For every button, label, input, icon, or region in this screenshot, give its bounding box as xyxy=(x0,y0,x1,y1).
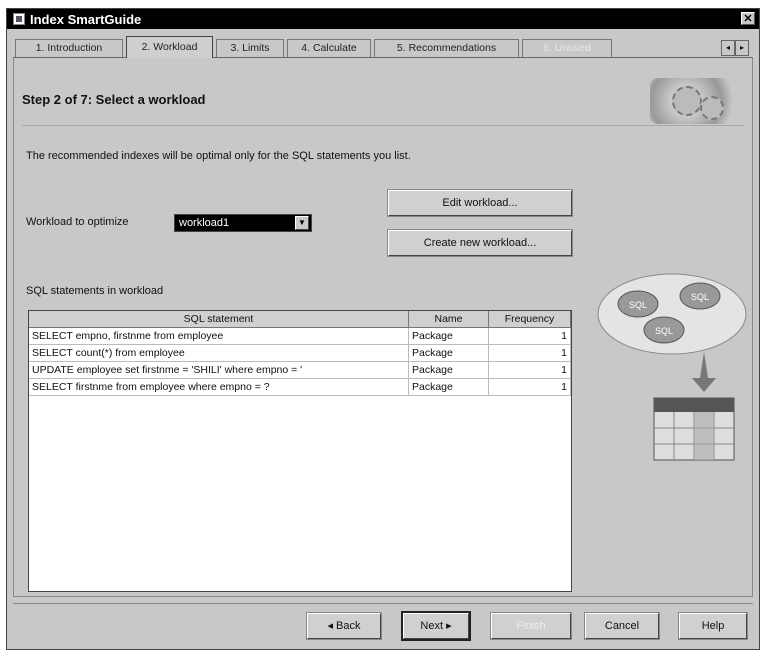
table-row[interactable]: SELECT empno, firstnme from employee Pac… xyxy=(29,328,571,345)
cancel-button[interactable]: Cancel xyxy=(584,612,660,640)
column-header-sql[interactable]: SQL statement xyxy=(29,311,409,328)
index-smartguide-window: Index SmartGuide ✕ 1. Introduction 2. Wo… xyxy=(6,8,760,650)
tab-introduction[interactable]: 1. Introduction xyxy=(15,39,123,57)
name-cell: Package xyxy=(409,362,489,379)
workload-label: Workload to optimize xyxy=(26,216,129,228)
table-row[interactable]: SELECT count(*) from employee Package 1 xyxy=(29,345,571,362)
title-bar[interactable]: Index SmartGuide ✕ xyxy=(7,9,759,29)
name-cell: Package xyxy=(409,345,489,362)
sql-bubble-label: SQL xyxy=(691,292,709,302)
column-header-name[interactable]: Name xyxy=(409,311,489,328)
sql-cell: UPDATE employee set firstnme = 'SHILI' w… xyxy=(29,362,409,379)
step-title: Step 2 of 7: Select a workload xyxy=(22,92,206,107)
tab-workload[interactable]: 2. Workload xyxy=(126,36,213,58)
tab-scroll-right-icon[interactable]: ▸ xyxy=(735,40,749,56)
workload-panel: Step 2 of 7: Select a workload The recom… xyxy=(13,57,753,597)
edit-workload-button[interactable]: Edit workload... xyxy=(387,189,573,217)
create-workload-button[interactable]: Create new workload... xyxy=(387,229,573,257)
name-cell: Package xyxy=(409,328,489,345)
finish-button: Finish xyxy=(490,612,572,640)
footer-divider xyxy=(13,603,753,604)
sql-cell: SELECT firstnme from employee where empn… xyxy=(29,379,409,396)
tab-strip: 1. Introduction 2. Workload 3. Limits 4.… xyxy=(13,36,753,58)
next-button[interactable]: Next ▸ xyxy=(401,611,471,641)
description-text: The recommended indexes will be optimal … xyxy=(26,150,411,162)
sql-cell: SELECT count(*) from employee xyxy=(29,345,409,362)
chevron-down-icon[interactable]: ▼ xyxy=(295,216,309,230)
window-title: Index SmartGuide xyxy=(30,11,142,27)
gears-graphic-icon xyxy=(650,78,740,124)
gear-icon xyxy=(672,86,702,116)
workload-select[interactable]: workload1 ▼ xyxy=(174,214,312,232)
workload-select-value: workload1 xyxy=(179,217,230,229)
frequency-cell: 1 xyxy=(489,345,571,362)
gear-icon xyxy=(700,96,724,120)
back-button[interactable]: ◂ Back xyxy=(306,612,382,640)
tab-recommendations[interactable]: 5. Recommendations xyxy=(374,39,519,57)
sql-bubble-label: SQL xyxy=(655,326,673,336)
header-divider xyxy=(22,125,744,126)
close-icon[interactable]: ✕ xyxy=(741,12,755,25)
tab-scroll: ◂ ▸ xyxy=(721,40,749,56)
sql-cell: SELECT empno, firstnme from employee xyxy=(29,328,409,345)
tab-limits[interactable]: 3. Limits xyxy=(216,39,284,57)
frequency-cell: 1 xyxy=(489,328,571,345)
name-cell: Package xyxy=(409,379,489,396)
tab-calculate[interactable]: 4. Calculate xyxy=(287,39,371,57)
table-header: SQL statement Name Frequency xyxy=(29,311,571,328)
table-row[interactable]: SELECT firstnme from employee where empn… xyxy=(29,379,571,396)
app-icon xyxy=(13,13,25,25)
frequency-cell: 1 xyxy=(489,379,571,396)
help-button[interactable]: Help xyxy=(678,612,748,640)
tab-unused: 6. Unused xyxy=(522,39,612,57)
sql-statements-table: SQL statement Name Frequency SELECT empn… xyxy=(28,310,572,592)
tab-scroll-left-icon[interactable]: ◂ xyxy=(721,40,735,56)
arrow-down-icon xyxy=(692,352,716,392)
sql-to-table-icon: SQL SQL SQL xyxy=(597,273,747,461)
frequency-cell: 1 xyxy=(489,362,571,379)
sql-bubble-label: SQL xyxy=(629,300,647,310)
table-row[interactable]: UPDATE employee set firstnme = 'SHILI' w… xyxy=(29,362,571,379)
column-header-frequency[interactable]: Frequency xyxy=(489,311,571,328)
statements-label: SQL statements in workload xyxy=(26,285,164,297)
